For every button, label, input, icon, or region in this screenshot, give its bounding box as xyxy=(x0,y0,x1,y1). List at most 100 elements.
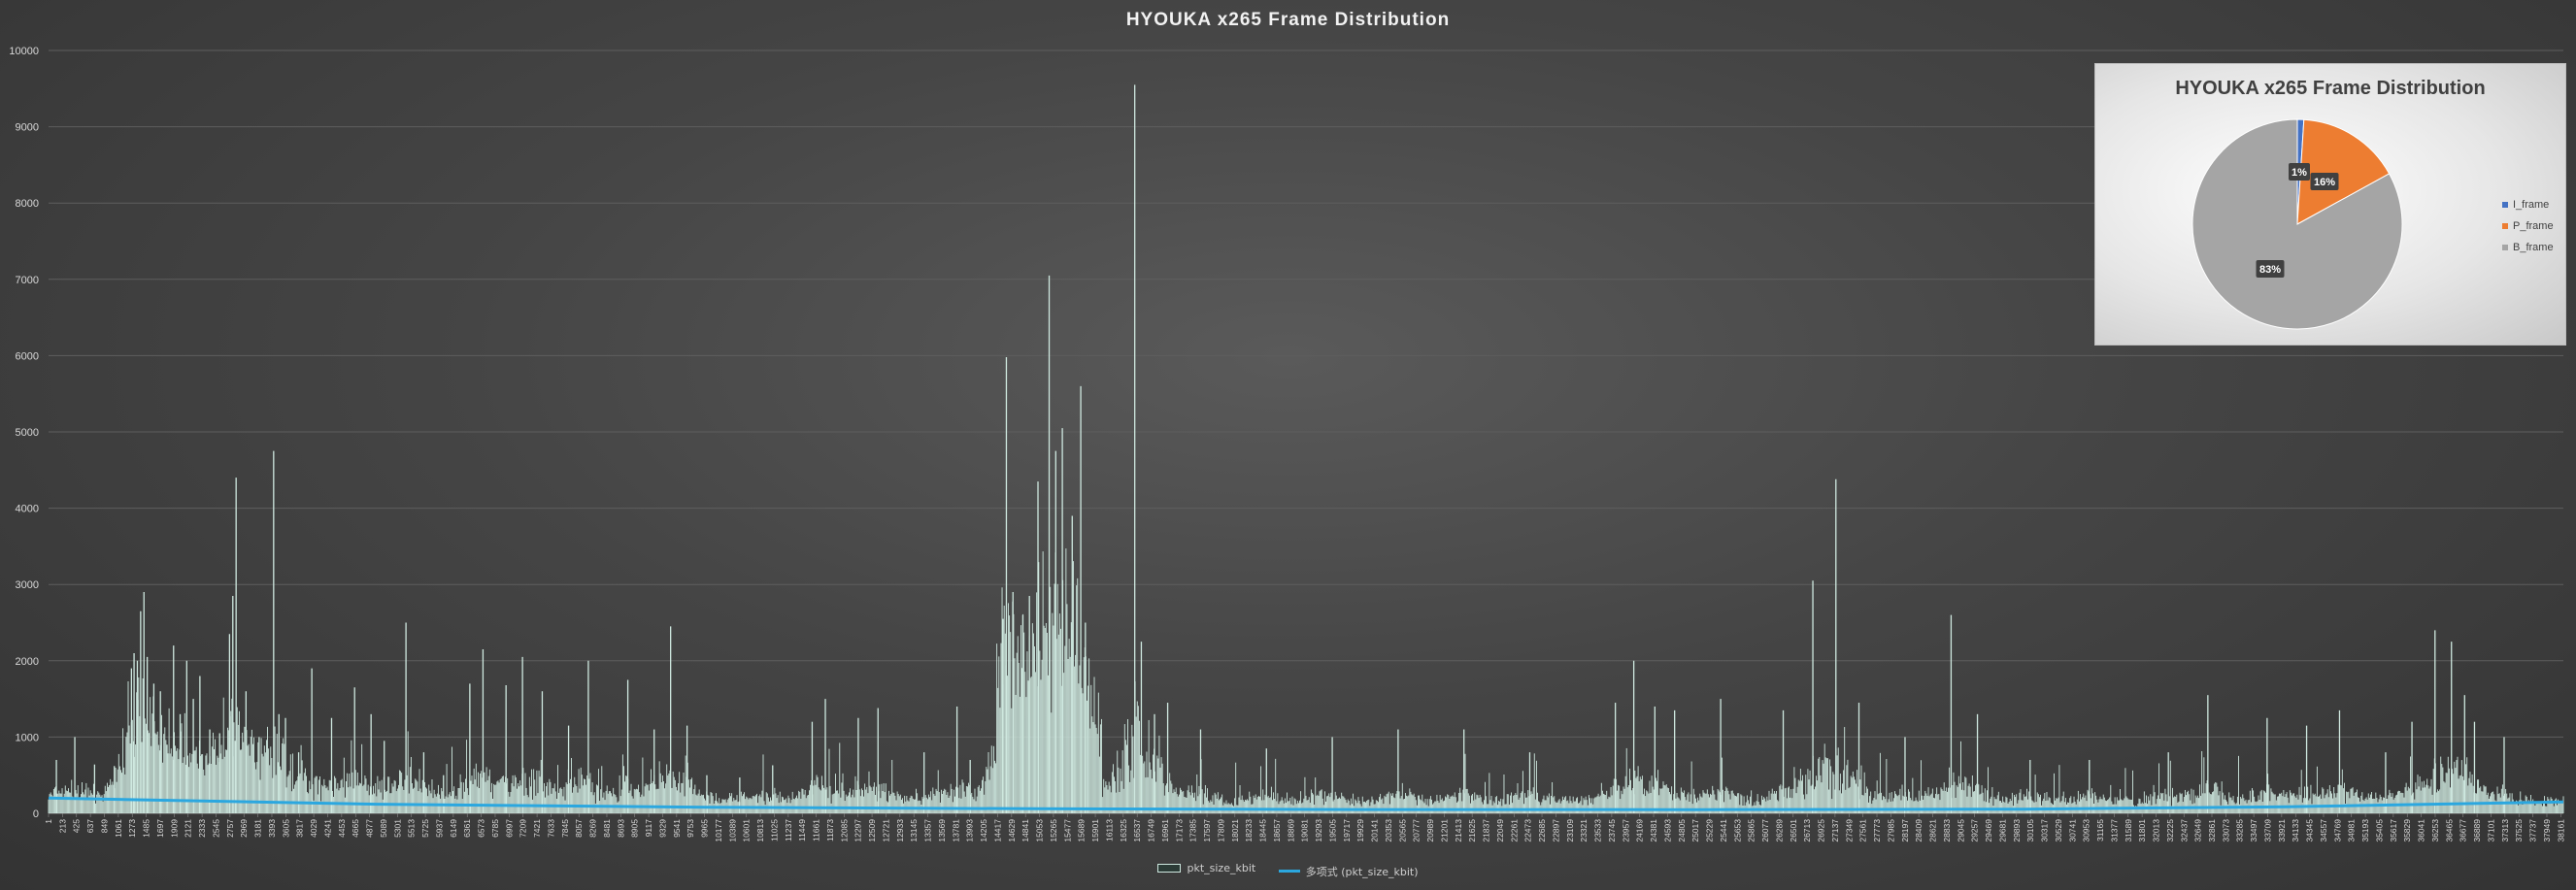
x-tick-label: 32861 xyxy=(2207,819,2217,842)
x-tick-label: 9541 xyxy=(672,819,682,838)
x-tick-label: 4665 xyxy=(351,819,360,838)
x-tick-label: 19081 xyxy=(1300,819,1310,842)
x-tick-label: 28833 xyxy=(1942,819,1952,842)
x-tick-label: 30105 xyxy=(2025,819,2035,842)
x-tick-label: 4241 xyxy=(322,819,332,838)
x-tick-label: 2333 xyxy=(197,819,207,838)
y-tick-label: 8000 xyxy=(16,198,39,210)
x-tick-label: 26077 xyxy=(1760,819,1770,842)
x-tick-label: 1697 xyxy=(155,819,165,838)
x-tick-label: 19717 xyxy=(1342,819,1352,842)
x-tick-label: 26713 xyxy=(1802,819,1812,842)
x-tick-label: 13569 xyxy=(937,819,947,842)
x-tick-label: 22473 xyxy=(1523,819,1533,842)
y-tick-label: 10000 xyxy=(9,46,39,57)
x-tick-label: 23109 xyxy=(1565,819,1575,842)
x-tick-label: 7845 xyxy=(560,819,570,838)
x-tick-label: 1 xyxy=(44,819,53,824)
x-tick-label: 4029 xyxy=(309,819,318,838)
pie-data-label: 1% xyxy=(2289,163,2310,181)
x-tick-label: 25441 xyxy=(1719,819,1728,842)
x-tick-label: 3605 xyxy=(281,819,290,838)
y-tick-label: 5000 xyxy=(16,427,39,439)
x-tick-label: 5513 xyxy=(407,819,417,838)
x-tick-label: 20989 xyxy=(1425,819,1435,842)
pie-chart-plot: 1% 16% 83% xyxy=(2191,118,2403,330)
x-tick-label: 35193 xyxy=(2360,819,2370,842)
y-tick-label: 0 xyxy=(33,808,39,820)
x-tick-label: 12509 xyxy=(867,819,877,842)
x-tick-label: 8905 xyxy=(630,819,640,838)
x-tick-label: 9965 xyxy=(700,819,710,838)
pie-legend-item-i: I_frame xyxy=(2502,194,2554,215)
x-tick-label: 8269 xyxy=(588,819,598,838)
x-tick-label: 37525 xyxy=(2514,819,2524,842)
x-tick-label: 4877 xyxy=(365,819,375,838)
x-tick-label: 10601 xyxy=(742,819,752,842)
x-tick-label: 11661 xyxy=(812,819,821,841)
legend-swatch-bar xyxy=(1157,864,1182,873)
x-tick-label: 1485 xyxy=(142,819,151,838)
x-tick-label: 6997 xyxy=(504,819,514,838)
x-tick-label: 13781 xyxy=(951,819,960,842)
x-tick-label: 21201 xyxy=(1439,819,1449,842)
x-tick-label: 6573 xyxy=(477,819,486,838)
x-tick-label: 16325 xyxy=(1119,819,1128,842)
x-tick-label: 31377 xyxy=(2109,819,2119,842)
x-tick-label: 2545 xyxy=(211,819,220,838)
x-tick-label: 34345 xyxy=(2305,819,2315,842)
x-tick-label: 34133 xyxy=(2291,819,2300,842)
x-tick-label: 23957 xyxy=(1621,819,1630,842)
legend-item-pkt-size: pkt_size_kbit xyxy=(1157,862,1255,874)
x-tick-label: 23321 xyxy=(1579,819,1589,842)
x-tick-label: 36041 xyxy=(2417,819,2426,842)
x-tick-label: 5725 xyxy=(420,819,430,838)
x-tick-label: 35829 xyxy=(2402,819,2412,842)
pie-data-label-text: 16% xyxy=(2314,177,2335,188)
y-tick-label: 6000 xyxy=(16,350,39,362)
x-tick-label: 32013 xyxy=(2152,819,2161,842)
x-tick-label: 9753 xyxy=(686,819,695,838)
x-tick-label: 32649 xyxy=(2193,819,2203,842)
x-tick-label: 18021 xyxy=(1230,819,1240,842)
legend-label-pkt-size: pkt_size_kbit xyxy=(1187,862,1256,874)
x-tick-label: 5089 xyxy=(379,819,388,838)
x-tick-label: 20565 xyxy=(1397,819,1407,842)
x-tick-label: 14417 xyxy=(992,819,1002,842)
x-tick-label: 13145 xyxy=(909,819,919,842)
x-tick-label: 7633 xyxy=(546,819,555,838)
y-tick-label: 1000 xyxy=(16,732,39,743)
legend-label-trendline: 多项式 (pkt_size_kbit) xyxy=(1305,865,1419,878)
x-tick-label: 33285 xyxy=(2235,819,2245,842)
y-tick-label: 9000 xyxy=(16,122,39,134)
x-tick-label: 16749 xyxy=(1147,819,1156,842)
x-tick-label: 7421 xyxy=(532,819,542,838)
x-tick-label: 30529 xyxy=(2054,819,2063,842)
x-tick-label: 34981 xyxy=(2347,819,2357,842)
x-tick-label: 2969 xyxy=(239,819,249,838)
x-tick-label: 22897 xyxy=(1551,819,1560,842)
x-tick-label: 213 xyxy=(57,819,67,833)
x-tick-label: 20353 xyxy=(1384,819,1393,842)
pie-data-label: 83% xyxy=(2256,260,2285,278)
y-tick-label: 3000 xyxy=(16,579,39,591)
x-tick-label: 21837 xyxy=(1482,819,1491,842)
x-tick-label: 36465 xyxy=(2444,819,2454,842)
x-tick-label: 12085 xyxy=(839,819,849,842)
x-tick-label: 25653 xyxy=(1732,819,1742,842)
x-tick-label: 27773 xyxy=(1872,819,1882,842)
x-tick-label: 2757 xyxy=(225,819,235,838)
pie-data-label-text: 83% xyxy=(2259,264,2281,276)
x-tick-label: 27985 xyxy=(1886,819,1895,842)
x-tick-label: 10813 xyxy=(755,819,765,842)
x-tick-label: 24805 xyxy=(1677,819,1687,842)
x-tick-label: 19929 xyxy=(1355,819,1365,842)
x-tick-label: 34557 xyxy=(2319,819,2328,842)
x-tick-label: 36677 xyxy=(2459,819,2468,842)
x-tick-label: 26925 xyxy=(1817,819,1826,842)
x-tick-label: 33709 xyxy=(2262,819,2272,842)
x-tick-label: 24381 xyxy=(1649,819,1658,842)
x-tick-label: 637 xyxy=(85,819,95,833)
legend-swatch-line xyxy=(1278,870,1300,873)
x-tick-label: 12297 xyxy=(853,819,863,842)
